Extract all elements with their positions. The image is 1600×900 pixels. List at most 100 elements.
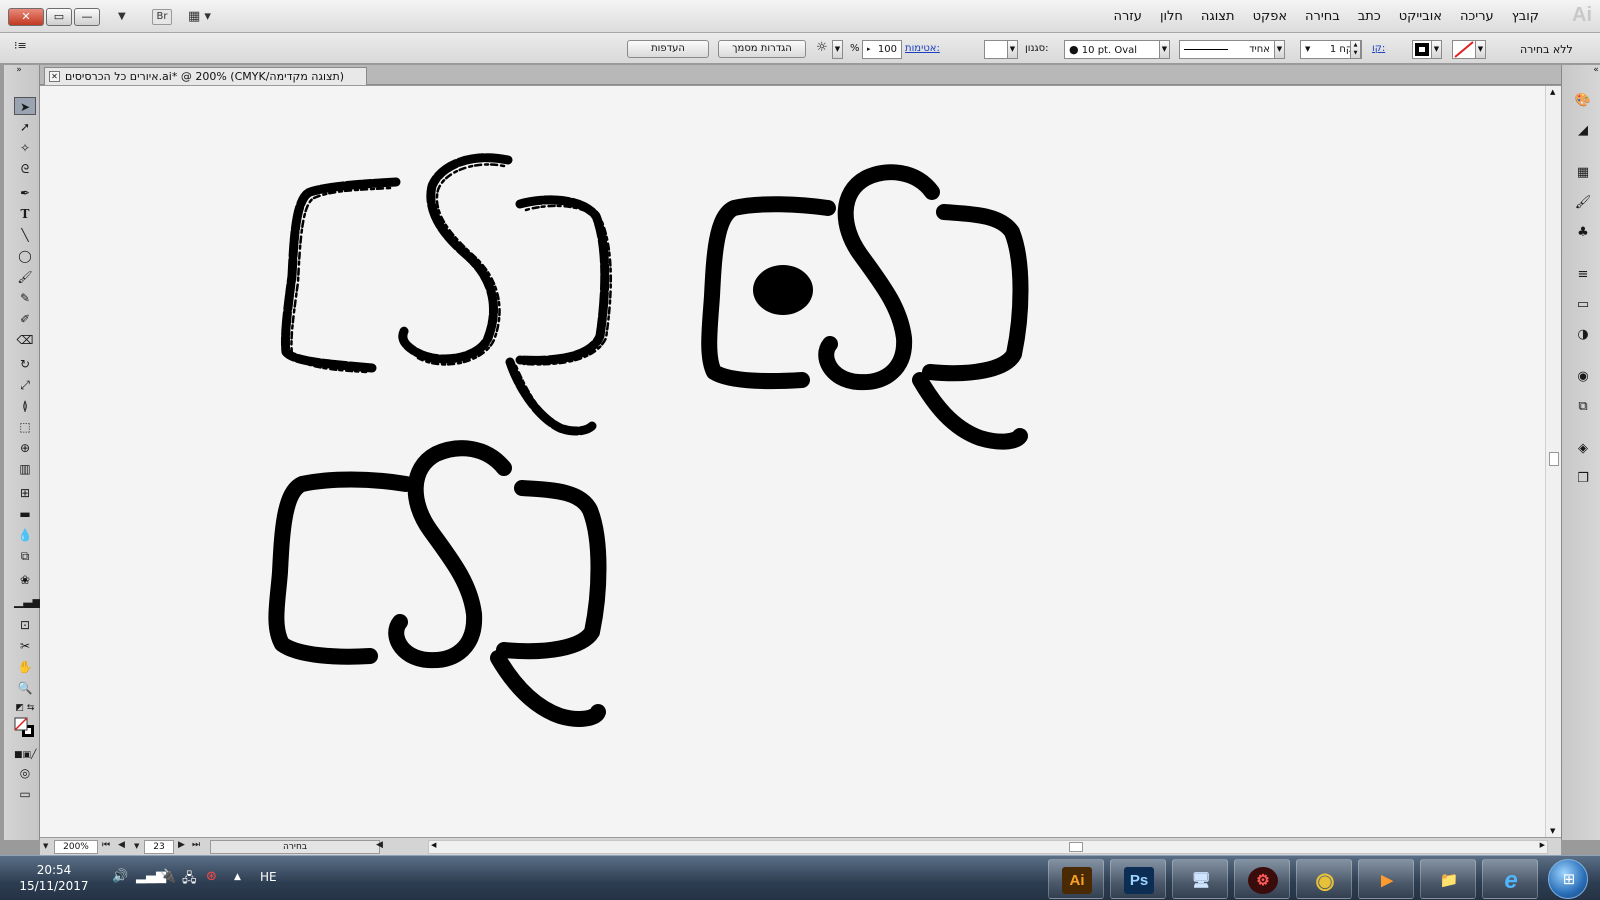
window-restore-button[interactable]: ▭ (46, 8, 72, 26)
ellipse-tool-icon[interactable]: ◯ (14, 247, 36, 265)
zoom-field[interactable]: 200% (54, 840, 98, 854)
status-menu-icon[interactable]: ◀ (376, 840, 383, 850)
paintbrush-tool-icon[interactable]: 🖌 (14, 268, 36, 286)
start-button[interactable]: ⊞ (1548, 859, 1588, 899)
document-setup-button[interactable]: הגדרות מסמך (718, 40, 806, 58)
scroll-left-icon[interactable]: ◀ (431, 841, 436, 849)
scroll-up-icon[interactable]: ▲ (1550, 88, 1555, 96)
solid-dot[interactable] (753, 265, 813, 315)
horizontal-scroll-thumb[interactable] (1069, 842, 1083, 852)
zoom-dropdown-icon[interactable]: ▼ (43, 842, 48, 850)
opacity-input[interactable]: ▸ 100 (862, 40, 902, 59)
preferences-button[interactable]: העדפות (627, 40, 709, 58)
stroke-panel-icon[interactable]: ≡ (1573, 266, 1593, 284)
opacity-label-link[interactable]: אטימות: (905, 43, 940, 54)
menu-type[interactable]: כתב (1349, 7, 1390, 26)
color-mode-icons[interactable]: ■▣╱ (14, 746, 36, 764)
menu-effect[interactable]: אפקט (1244, 7, 1296, 26)
pencil-tool-icon[interactable]: ✎ (14, 289, 36, 307)
chevron-down-icon[interactable]: ▼ (118, 8, 126, 26)
stroke-color-dropdown[interactable]: ▼ (1431, 40, 1442, 59)
menu-help[interactable]: עזרה (1104, 7, 1150, 26)
swap-fill-stroke-icon[interactable]: ◩ ⇆ (14, 699, 36, 717)
column-graph-tool-icon[interactable]: ▁▃▅ (14, 592, 42, 610)
free-transform-tool-icon[interactable]: ⬚ (14, 418, 36, 436)
rotate-tool-icon[interactable]: ↻ (14, 355, 36, 373)
menu-select[interactable]: בחירה (1296, 7, 1349, 26)
document-tab[interactable]: ✕ איורים כל הכרסיסים.ai* @ 200% (CMYK/תצ… (44, 67, 367, 85)
previous-artboard-icon[interactable]: ◀ (118, 840, 125, 850)
bridge-button[interactable]: Br (152, 9, 172, 25)
antivirus-icon[interactable]: ⊛ (206, 869, 217, 884)
graphic-styles-panel-icon[interactable]: ⧉ (1573, 398, 1593, 416)
scroll-right-icon[interactable]: ▶ (1540, 841, 1545, 849)
gradient-panel-icon[interactable]: ▭ (1573, 296, 1593, 314)
direct-selection-tool-icon[interactable]: ➚ (14, 118, 36, 136)
draw-mode-icon[interactable]: ◎ (14, 764, 36, 782)
pen-tool-icon[interactable]: ✒ (14, 184, 36, 202)
clean-drawing[interactable] (268, 440, 607, 727)
swatches-panel-icon[interactable]: ▦ (1573, 164, 1593, 182)
shape-builder-tool-icon[interactable]: ⊕ (14, 439, 36, 457)
mesh-tool-icon[interactable]: ⊞ (14, 484, 36, 502)
show-hidden-icons-icon[interactable]: ▲ (234, 872, 241, 882)
scale-tool-icon[interactable]: ⤢ (14, 376, 36, 394)
next-artboard-icon[interactable]: ▶ (178, 840, 185, 850)
volume-icon[interactable]: 🔊 (112, 869, 128, 884)
selection-tool-icon[interactable]: ➤ (14, 97, 36, 115)
artwork[interactable] (40, 86, 1545, 837)
network-error-icon[interactable]: 🖧 (182, 869, 197, 891)
eyedropper-tool-icon[interactable]: 💧 (14, 526, 36, 544)
variable-width-profile-field[interactable]: אחיד (1179, 40, 1275, 59)
taskbar-internet-explorer[interactable]: e (1482, 859, 1538, 899)
fill-color-swatch[interactable] (1452, 40, 1476, 59)
last-artboard-icon[interactable]: ⏭ (192, 840, 200, 850)
brush-definition-field[interactable]: ● 10 pt. Oval (1064, 40, 1170, 59)
horizontal-scrollbar[interactable]: ◀ ▶ (428, 840, 1548, 854)
hand-tool-icon[interactable]: ✋ (14, 658, 36, 676)
stroke-weight-stepper[interactable]: ▲ ▼ (1350, 40, 1361, 59)
slice-tool-icon[interactable]: ✂ (14, 637, 36, 655)
symbols-panel-icon[interactable]: ♣ (1573, 224, 1593, 242)
menu-edit[interactable]: עריכה (1451, 7, 1503, 26)
fill-color-dropdown[interactable]: ▼ (1475, 40, 1486, 59)
blob-brush-tool-icon[interactable]: ✐ (14, 310, 36, 328)
brushes-panel-icon[interactable]: 🖌 (1573, 194, 1593, 212)
close-icon[interactable]: ✕ (49, 71, 60, 82)
lasso-tool-icon[interactable]: ᘓ (14, 160, 36, 178)
expand-panels-icon[interactable]: « (1586, 64, 1600, 76)
fill-stroke-indicator[interactable] (14, 716, 36, 742)
eraser-tool-icon[interactable]: ⌫ (14, 331, 36, 349)
brush-dropdown[interactable]: ▼ (1159, 40, 1170, 59)
taskbar-network-monitor[interactable]: 🖥 (1172, 859, 1228, 899)
zoom-tool-icon[interactable]: 🔍 (14, 679, 36, 697)
system-clock[interactable]: 20:54 15/11/2017 (12, 862, 96, 894)
menu-file[interactable]: קובץ (1503, 7, 1548, 26)
type-tool-icon[interactable]: T (14, 205, 36, 223)
magic-wand-tool-icon[interactable]: ✧ (14, 139, 36, 157)
recolor-icon[interactable]: ☼ (816, 40, 828, 55)
collapse-panel-icon[interactable]: » (8, 64, 30, 76)
input-language[interactable]: HE (260, 870, 277, 884)
artboard-tool-icon[interactable]: ⊡ (14, 616, 36, 634)
taskbar-file-explorer[interactable]: 📁 (1420, 859, 1476, 899)
status-info-field[interactable]: בחירה (210, 840, 380, 854)
first-artboard-icon[interactable]: ⏮ (102, 840, 110, 850)
transparency-panel-icon[interactable]: ◑ (1573, 326, 1593, 344)
artboards-panel-icon[interactable]: ❐ (1573, 470, 1593, 488)
graphic-style-swatch[interactable] (984, 40, 1008, 59)
color-panel-icon[interactable]: 🎨 (1573, 92, 1593, 110)
layers-panel-icon[interactable]: ◈ (1573, 440, 1593, 458)
taskbar-illustrator[interactable]: Ai (1048, 859, 1104, 899)
vertical-scrollbar[interactable]: ▲ ▼ (1545, 86, 1561, 837)
stroke-profile-dropdown[interactable]: ▼ (1274, 40, 1285, 59)
window-minimize-button[interactable]: — (74, 8, 100, 26)
perspective-grid-tool-icon[interactable]: ▥ (14, 460, 36, 478)
panel-grip-icon[interactable]: ⁝≡ (14, 39, 27, 52)
artboard-number-field[interactable]: 23 (144, 840, 174, 854)
taskbar-security-app[interactable]: ⚙ (1234, 859, 1290, 899)
chevron-down-icon[interactable]: ▼ (1305, 41, 1310, 58)
power-icon[interactable]: 🔌 (160, 869, 176, 884)
blend-tool-icon[interactable]: ⧉ (14, 547, 36, 565)
clean-drawing-with-dot[interactable] (701, 164, 1029, 450)
